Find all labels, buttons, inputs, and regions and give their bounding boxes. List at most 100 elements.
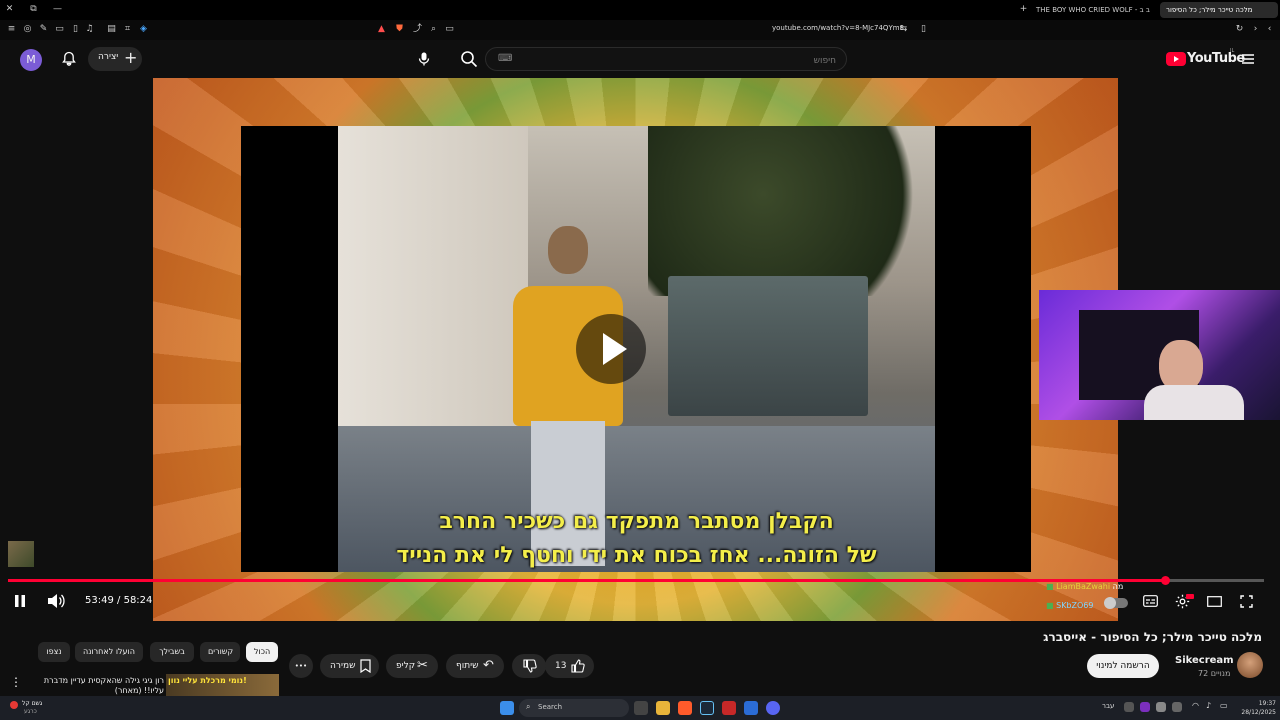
- file-explorer-icon[interactable]: [656, 701, 670, 715]
- pin-icon[interactable]: ✎: [38, 24, 49, 35]
- keyboard-language[interactable]: עבר: [1102, 702, 1114, 710]
- tracking-icon[interactable]: ⇆: [898, 24, 909, 35]
- clock-time: 19:37: [1258, 700, 1276, 707]
- dislike-button[interactable]: [512, 654, 546, 678]
- pause-icon[interactable]: [13, 594, 27, 608]
- tab-boy-who-cried-wolf[interactable]: THE BOY WHO CRIED WOLF - חושב ב: [1030, 2, 1150, 18]
- mini-thumbnail[interactable]: [8, 541, 34, 567]
- building: [338, 126, 528, 426]
- tray-app-icon[interactable]: [1172, 702, 1182, 712]
- clock-date: 28/12/2025: [1241, 709, 1276, 716]
- chat-username: SKbZO69: [1056, 601, 1094, 610]
- like-button[interactable]: 13: [545, 654, 594, 678]
- steam-icon[interactable]: [700, 701, 714, 715]
- minimize-icon[interactable]: —: [52, 4, 63, 15]
- chip-all[interactable]: הכול: [246, 642, 278, 662]
- share-button[interactable]: שיתוף ↶: [446, 654, 504, 678]
- save-button[interactable]: שמירה: [320, 654, 379, 678]
- forward-icon[interactable]: ›: [1250, 24, 1261, 35]
- chat-username: LiamBaZwahi: [1056, 582, 1111, 591]
- save-label: שמירה: [330, 661, 356, 671]
- reader-icon[interactable]: ▤: [106, 24, 117, 35]
- progress-played: [8, 579, 1165, 582]
- share-page-icon[interactable]: ⤴: [412, 24, 423, 35]
- menu-icon[interactable]: ≡: [6, 24, 17, 35]
- youtube-logo[interactable]: YouTube IL: [1166, 48, 1245, 67]
- reload-icon[interactable]: ↻: [1234, 24, 1245, 35]
- music-icon[interactable]: ♫: [84, 24, 95, 35]
- clock[interactable]: 19:37 28/12/2025: [1236, 699, 1276, 717]
- search-input[interactable]: [486, 50, 846, 72]
- scissors-icon: ✂: [417, 658, 428, 673]
- app-icon-red[interactable]: [722, 701, 736, 715]
- video-title: מלכה טייכר מילר; כל הסיפור - אייסברג: [1043, 630, 1262, 644]
- chip-related[interactable]: קשורים: [200, 642, 240, 662]
- channel-name[interactable]: Sikecream: [1175, 655, 1234, 666]
- brave-browser-icon[interactable]: [678, 701, 692, 715]
- chat-message: ■ LiamBaZwahi מה: [1046, 581, 1136, 592]
- sidebar-icon[interactable]: ▯: [70, 24, 81, 35]
- close-window-icon[interactable]: ✕: [4, 4, 15, 15]
- discord-icon[interactable]: [766, 701, 780, 715]
- wallet-icon[interactable]: ▭: [54, 24, 65, 35]
- fullscreen-icon[interactable]: [1240, 595, 1253, 608]
- notifications-bell-icon[interactable]: [61, 51, 77, 67]
- hamburger-menu-icon[interactable]: [1241, 52, 1255, 66]
- share-label: שיתוף: [456, 661, 479, 671]
- new-tab-button[interactable]: +: [1018, 4, 1029, 15]
- video-subtitles: הקבלן מסתבר מתפקד גם כשכיר החרב של הזונה…: [338, 505, 935, 573]
- url-field[interactable]: youtube.com/watch?v=8-MJc74QYm8: [772, 24, 904, 32]
- subscribe-button[interactable]: הרשמה למינוי: [1087, 654, 1159, 678]
- more-dots-icon: •••: [294, 662, 308, 670]
- chip-watched[interactable]: נצפו: [38, 642, 70, 662]
- bookmark-icon[interactable]: ▯: [918, 24, 929, 35]
- tray-app-icon[interactable]: [1140, 702, 1150, 712]
- wifi-icon[interactable]: ◠: [1192, 701, 1199, 710]
- translate-icon[interactable]: ⌕: [428, 24, 439, 35]
- tray-app-icon[interactable]: [1156, 702, 1166, 712]
- microphone-icon[interactable]: [416, 51, 432, 67]
- extension-icon[interactable]: ◎: [22, 24, 33, 35]
- more-actions-button[interactable]: •••: [289, 654, 313, 678]
- center-play-icon[interactable]: [576, 314, 646, 384]
- account-avatar[interactable]: M: [20, 49, 42, 71]
- progress-scrubber[interactable]: [1161, 576, 1170, 585]
- tab-current-video[interactable]: מלכה טייכר מילר; כל הסיפור: [1160, 2, 1278, 18]
- thumbs-up-icon: [571, 659, 585, 673]
- vpn-icon[interactable]: ◈: [138, 24, 149, 35]
- keyboard-icon[interactable]: ⌨: [498, 53, 512, 64]
- clip-button[interactable]: קליפ ✂: [386, 654, 438, 678]
- captions-icon[interactable]: [1143, 595, 1158, 607]
- app-icon-blue[interactable]: [744, 701, 758, 715]
- rec-thumbnail[interactable]: נומי מרכלת עליי נוון!: [166, 674, 279, 696]
- avatar-letter: M: [26, 53, 36, 66]
- taskbar-search[interactable]: ⌕ Search: [519, 699, 629, 717]
- time-current: 53:49: [85, 595, 114, 606]
- task-view-icon[interactable]: [634, 701, 648, 715]
- create-button[interactable]: יצירה +: [88, 47, 142, 71]
- theater-mode-icon[interactable]: [1207, 596, 1222, 607]
- subtitle-line-2: של הזונה... אחז בכוח את ידי וחטף לי את ה…: [396, 543, 877, 568]
- streamer-webcam: [1039, 290, 1280, 420]
- chip-for-you[interactable]: בשבילך: [150, 642, 194, 662]
- screenshot-icon[interactable]: ⌗: [122, 24, 133, 35]
- maximize-icon[interactable]: ⧉: [28, 4, 39, 15]
- cast-icon[interactable]: ▭: [444, 24, 455, 35]
- warning-icon[interactable]: ▲: [376, 24, 387, 35]
- autoplay-toggle[interactable]: [1104, 597, 1128, 609]
- battery-icon[interactable]: ▭: [1220, 701, 1228, 710]
- speaker-icon[interactable]: ♪: [1206, 701, 1211, 710]
- tray-icon[interactable]: [1124, 702, 1134, 712]
- search-icon[interactable]: [460, 50, 478, 68]
- person-head: [548, 226, 588, 274]
- brave-shield-icon[interactable]: ⛊: [394, 24, 405, 35]
- rec-title[interactable]: רון גיגי גילה שהאקסית עדיין מדברת עליו!!…: [24, 676, 164, 696]
- weather-widget[interactable]: גשם קל כרגע: [10, 700, 60, 716]
- channel-avatar[interactable]: [1237, 652, 1263, 678]
- volume-icon[interactable]: [47, 593, 65, 609]
- chip-recently-uploaded[interactable]: הועלו לאחרונה: [75, 642, 143, 662]
- rec-more-icon[interactable]: ⋮: [8, 675, 24, 695]
- windows-start-icon[interactable]: [500, 701, 514, 715]
- browser-tab-bar: ✕ ⧉ — + THE BOY WHO CRIED WOLF - חושב ב …: [0, 0, 1280, 20]
- back-icon[interactable]: ‹: [1264, 24, 1275, 35]
